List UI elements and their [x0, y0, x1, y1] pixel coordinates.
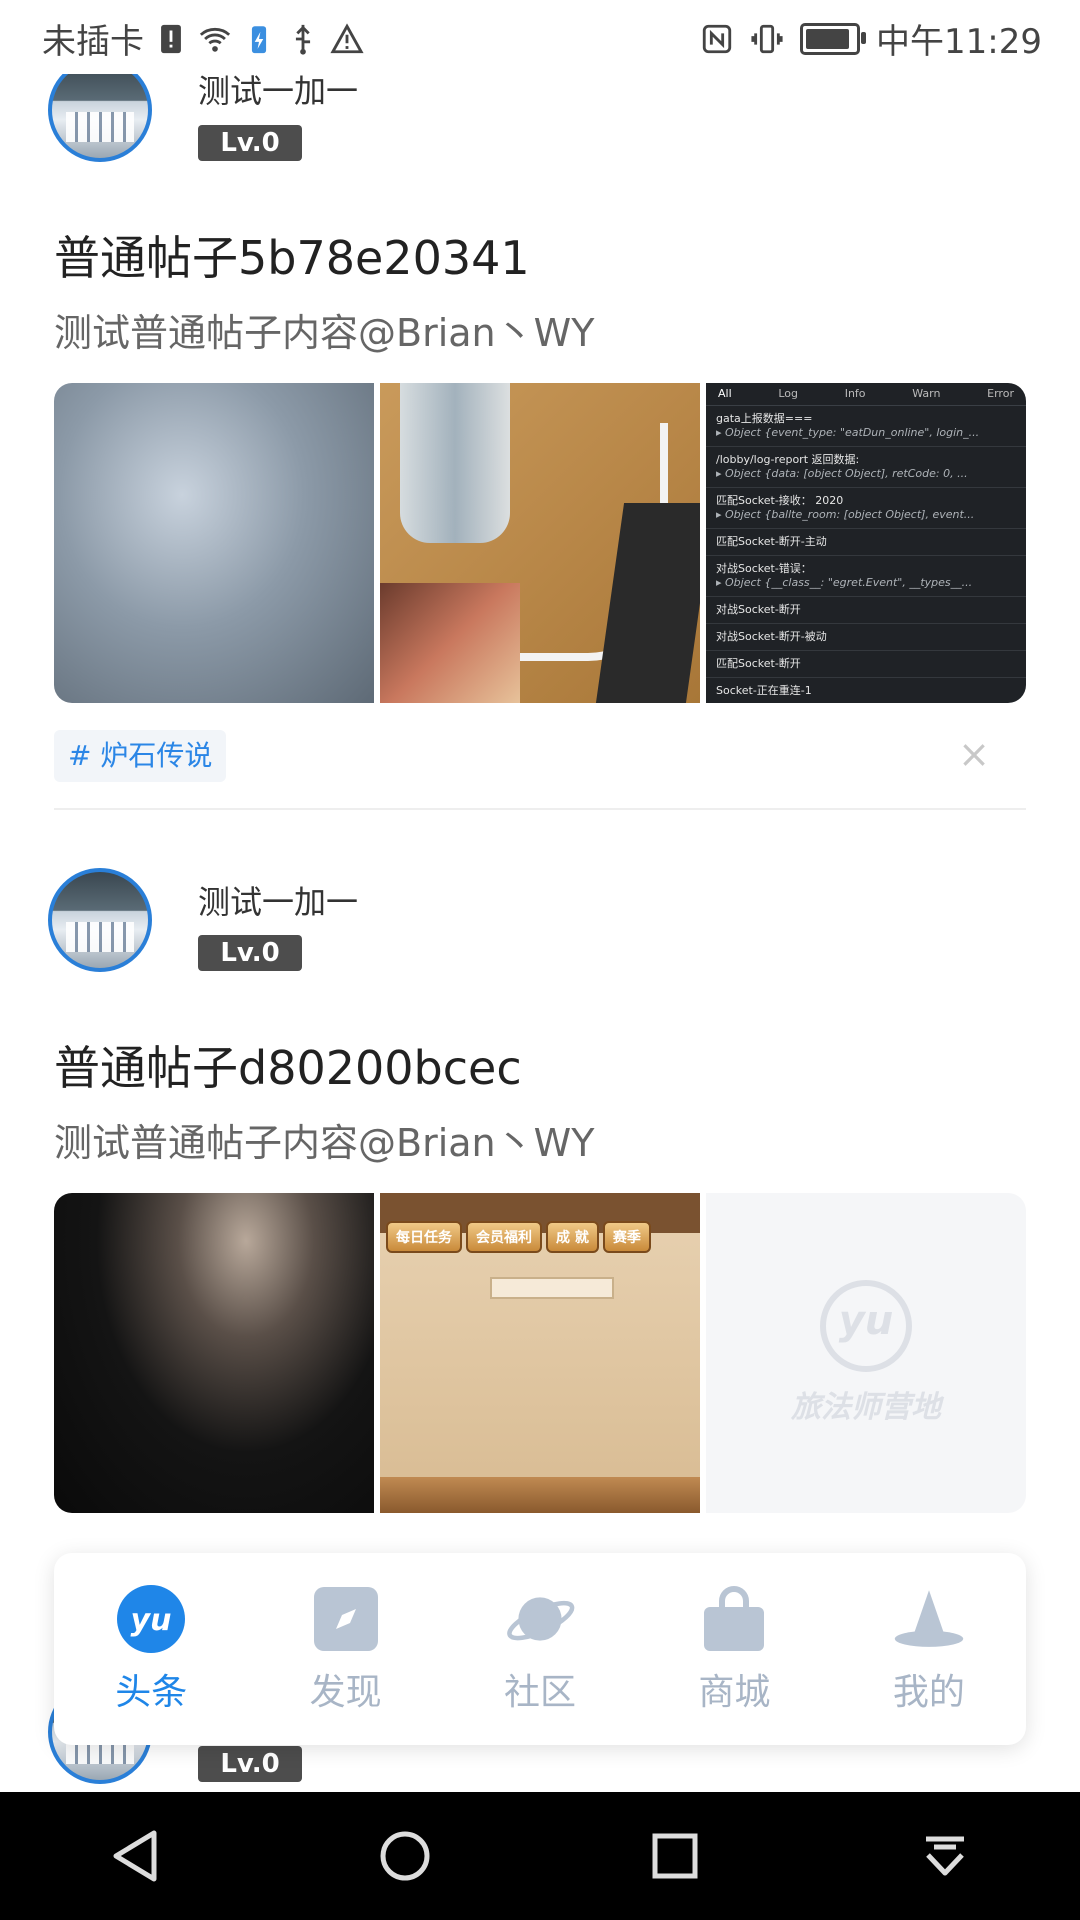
console-line-text: gata上报数据===	[716, 412, 813, 425]
console-line: 匹配Socket-断开	[706, 651, 1026, 678]
status-left: 未插卡	[42, 14, 364, 63]
console-lines: gata上报数据=== ▸ Object {event_type: "eatDun…	[706, 406, 1026, 703]
console-line-detail: ▸ Object {ballte_room: [object Object], …	[716, 508, 975, 521]
carrier-label: 未插卡	[42, 22, 144, 62]
console-line: 对战Socket-断开	[706, 597, 1026, 624]
shopping-bag-icon	[698, 1583, 770, 1655]
console-line-detail: ▸ Object {event_type: "eatDun_online", l…	[716, 426, 980, 439]
divider	[54, 808, 1026, 810]
console-line-text: 对战Socket-断开-被动	[716, 630, 827, 643]
console-line: 匹配Socket-断开-主动	[706, 529, 1026, 556]
game-button: 赛季	[602, 1221, 651, 1253]
svg-text:yu: yu	[131, 1603, 172, 1638]
post-image[interactable]	[380, 383, 700, 703]
recents-icon[interactable]	[645, 1826, 705, 1886]
console-tab: Error	[987, 387, 1014, 400]
image-placeholder: yu 旅法师营地	[706, 1193, 1026, 1513]
console-tab: All	[718, 387, 732, 400]
console-line-text: 匹配Socket-接收： 2020	[716, 494, 844, 507]
tab-label: 我的	[892, 1672, 965, 1713]
username[interactable]: 测试一加一	[198, 877, 358, 923]
bottom-tab-bar: yu 头条 发现 社区 商城 我的	[54, 1553, 1026, 1745]
level-badge: Lv.0	[198, 935, 302, 971]
console-line: Socket-正在重连-1	[706, 678, 1026, 703]
post-image[interactable]	[54, 1193, 374, 1513]
tab-headlines[interactable]: yu 头条	[54, 1553, 248, 1745]
battery-saver-icon	[251, 25, 267, 53]
home-circle-icon[interactable]	[375, 1826, 435, 1886]
console-tab: Warn	[912, 387, 941, 400]
game-button: 成 就	[546, 1221, 599, 1253]
status-bar: 未插卡 中午11:29	[0, 0, 1080, 74]
console-line: /lobby/log-report 返回数据: ▸ Object {data: […	[706, 447, 1026, 488]
post-image[interactable]	[54, 383, 374, 703]
tab-label: 头条	[115, 1672, 188, 1713]
console-line-text: 匹配Socket-断开	[716, 657, 801, 670]
game-button: 会员福利	[466, 1221, 542, 1253]
tab-label: 社区	[504, 1672, 577, 1713]
console-line-text: Socket-正在重连-1	[716, 684, 812, 697]
console-tab: Info	[844, 387, 866, 400]
console-tab: Log	[778, 387, 798, 400]
notification-pull-icon[interactable]	[915, 1826, 975, 1886]
compass-icon	[310, 1583, 382, 1655]
post-images: 每日任务 会员福利成 就赛季 yu 旅法师营地	[54, 1193, 1026, 1513]
console-tabs: All Log Info Warn Error	[706, 383, 1026, 406]
placeholder-text: 旅法师营地	[791, 1390, 941, 1425]
console-line-text: 对战Socket-断开	[716, 603, 801, 616]
usb-icon	[295, 24, 311, 55]
console-line-detail: ▸ Object {__class__: "egret.Event", __ty…	[716, 576, 973, 589]
avatar[interactable]	[48, 868, 152, 972]
console-line: 匹配Socket-接收： 2020 ▸ Object {ballte_room: …	[706, 488, 1026, 529]
tab-mall[interactable]: 商城	[637, 1553, 831, 1745]
sim-alert-icon	[161, 24, 181, 53]
post-title[interactable]: 普通帖子5b78e20341	[54, 222, 530, 288]
nfc-icon	[702, 24, 732, 53]
clock: 中午11:29	[876, 22, 1042, 62]
game-button-row: 每日任务 会员福利成 就赛季	[386, 1221, 651, 1253]
tab-label: 商城	[698, 1672, 771, 1713]
console-line-detail: ▸ Object {data: [object Object], retCode…	[716, 467, 968, 480]
post-content[interactable]: 测试普通帖子内容@Brian丶WY	[54, 1112, 594, 1167]
post-image[interactable]: All Log Info Warn Error gata上报数据=== ▸ Object …	[706, 383, 1026, 703]
topic-tag[interactable]: # 炉石传说	[54, 730, 227, 782]
console-line-text: 对战Socket-错误：	[716, 562, 812, 575]
system-nav-bar	[0, 1792, 1080, 1920]
post-images: All Log Info Warn Error gata上报数据=== ▸ Object …	[54, 383, 1026, 703]
tab-discover[interactable]: 发现	[248, 1553, 442, 1745]
console-line: 对战Socket-断开-被动	[706, 624, 1026, 651]
yu-logo-icon: yu	[820, 1280, 912, 1372]
console-line: 对战Socket-错误： ▸ Object {__class__: "egret.…	[706, 556, 1026, 597]
console-line-text: /lobby/log-report 返回数据:	[716, 453, 860, 466]
tab-profile[interactable]: 我的	[832, 1553, 1026, 1745]
planet-icon	[504, 1583, 576, 1655]
post-content[interactable]: 测试普通帖子内容@Brian丶WY	[54, 302, 594, 357]
console-line: gata上报数据=== ▸ Object {event_type: "eatDun…	[706, 406, 1026, 447]
home-logo-icon: yu	[115, 1583, 187, 1655]
close-icon[interactable]: ×	[958, 732, 990, 776]
level-badge: Lv.0	[198, 1746, 302, 1782]
level-badge: Lv.0	[198, 125, 302, 161]
post-title[interactable]: 普通帖子d80200bcec	[54, 1032, 522, 1098]
tab-community[interactable]: 社区	[443, 1553, 637, 1745]
back-icon[interactable]	[105, 1826, 165, 1886]
battery-icon	[800, 22, 867, 55]
wizard-hat-icon	[893, 1583, 965, 1655]
console-line-text: 匹配Socket-断开-主动	[716, 535, 827, 548]
post-image[interactable]: 每日任务 会员福利成 就赛季	[380, 1193, 700, 1513]
warning-icon	[330, 22, 364, 53]
vibrate-icon	[751, 24, 783, 53]
game-button: 每日任务	[386, 1221, 462, 1253]
tab-label: 发现	[309, 1672, 382, 1713]
status-right: 中午11:29	[700, 14, 1042, 63]
wifi-icon	[199, 27, 231, 52]
